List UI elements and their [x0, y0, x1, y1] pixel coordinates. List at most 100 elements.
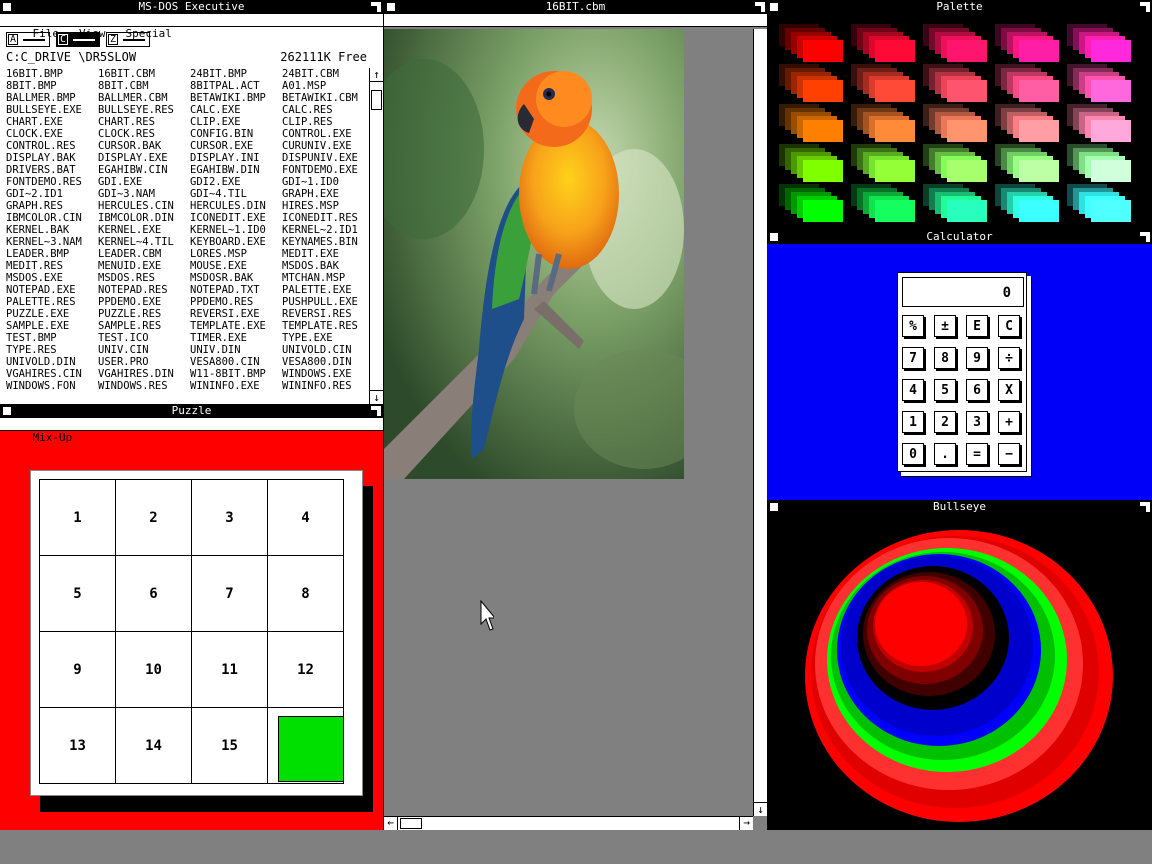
size-icon[interactable] [1140, 232, 1150, 242]
puzzle-tile[interactable]: 14 [116, 708, 192, 784]
file-item[interactable]: DISPLAY.EXE [98, 152, 190, 164]
file-item[interactable]: TYPE.EXE [282, 332, 374, 344]
file-item[interactable]: BETAWIKI.BMP [190, 92, 282, 104]
file-item[interactable]: GDI~3.NAM [98, 188, 190, 200]
bitmap-vertical-scrollbar[interactable]: ↓ [753, 29, 767, 816]
file-item[interactable]: IBMCOLOR.DIN [98, 212, 190, 224]
puzzle-tile[interactable]: 1 [40, 480, 116, 556]
file-item[interactable]: PPDEMO.RES [190, 296, 282, 308]
calculator-key[interactable]: . [934, 443, 956, 465]
file-item[interactable]: SAMPLE.RES [98, 320, 190, 332]
file-item[interactable]: 24BIT.CBM [282, 68, 374, 80]
file-item[interactable]: CURUNIV.EXE [282, 140, 374, 152]
file-item[interactable]: 8BIT.CBM [98, 80, 190, 92]
scroll-thumb[interactable] [371, 90, 382, 110]
file-item[interactable]: CURSOR.BAK [98, 140, 190, 152]
file-item[interactable]: IBMCOLOR.CIN [6, 212, 98, 224]
file-item[interactable]: TEMPLATE.RES [282, 320, 374, 332]
puzzle-title-bar[interactable]: Puzzle [0, 404, 383, 418]
file-item[interactable]: KEYBOARD.EXE [190, 236, 282, 248]
size-icon[interactable] [1140, 2, 1150, 12]
calculator-key[interactable]: 2 [934, 411, 956, 433]
file-item[interactable]: BULLSEYE.RES [98, 104, 190, 116]
file-item[interactable]: GDI~2.ID1 [6, 188, 98, 200]
scroll-right-arrow-icon[interactable]: → [739, 817, 753, 830]
file-item[interactable]: PALETTE.RES [6, 296, 98, 308]
calculator-key[interactable]: + [998, 411, 1020, 433]
calculator-key[interactable]: 3 [966, 411, 988, 433]
bitmap-title-bar[interactable]: 16BIT.cbm [384, 0, 767, 14]
file-item[interactable]: CURSOR.EXE [190, 140, 282, 152]
puzzle-tile[interactable]: 2 [116, 480, 192, 556]
puzzle-tile[interactable]: 6 [116, 556, 192, 632]
file-item[interactable]: 8BIT.BMP [6, 80, 98, 92]
file-item[interactable]: CONFIG.BIN [190, 128, 282, 140]
file-item[interactable]: CONTROL.RES [6, 140, 98, 152]
file-item[interactable]: NOTEPAD.RES [98, 284, 190, 296]
calculator-key[interactable]: 4 [902, 379, 924, 401]
drive-c-icon[interactable]: C [56, 32, 100, 47]
system-menu-icon[interactable] [386, 2, 396, 12]
file-item[interactable]: LEADER.BMP [6, 248, 98, 260]
file-item[interactable]: GDI~4.TIL [190, 188, 282, 200]
size-icon[interactable] [1140, 502, 1150, 512]
hscroll-thumb[interactable] [400, 818, 422, 829]
system-menu-icon[interactable] [2, 2, 12, 12]
file-item[interactable]: FONTDEMO.EXE [282, 164, 374, 176]
bullseye-title-bar[interactable]: Bullseye [767, 500, 1152, 514]
file-item[interactable]: KERNEL~1.ID0 [190, 224, 282, 236]
calculator-key[interactable]: = [966, 443, 988, 465]
calculator-key[interactable]: 9 [966, 347, 988, 369]
scroll-down-arrow-icon[interactable]: ↓ [370, 390, 383, 404]
file-item[interactable]: KERNEL~4.TIL [98, 236, 190, 248]
calculator-key[interactable]: 5 [934, 379, 956, 401]
file-item[interactable]: LORES.MSP [190, 248, 282, 260]
file-item[interactable]: REVERSI.EXE [190, 308, 282, 320]
file-item[interactable]: 24BIT.BMP [190, 68, 282, 80]
scroll-left-arrow-icon[interactable]: ← [384, 817, 398, 830]
calculator-key[interactable]: 6 [966, 379, 988, 401]
file-item[interactable]: ICONEDIT.RES [282, 212, 374, 224]
file-item[interactable]: LEADER.CBM [98, 248, 190, 260]
file-item[interactable]: GDI~1.ID0 [282, 176, 374, 188]
file-item[interactable]: KERNEL~3.NAM [6, 236, 98, 248]
file-item[interactable]: MEDIT.RES [6, 260, 98, 272]
file-item[interactable]: VGAHIRES.CIN [6, 368, 98, 380]
file-item[interactable]: GDI.EXE [98, 176, 190, 188]
puzzle-tile[interactable]: 4 [268, 480, 344, 556]
file-item[interactable]: VESA800.CIN [190, 356, 282, 368]
puzzle-tile[interactable]: 7 [192, 556, 268, 632]
file-item[interactable]: A01.MSP [282, 80, 374, 92]
file-item[interactable]: UNIVOLD.CIN [282, 344, 374, 356]
file-item[interactable]: UNIV.DIN [190, 344, 282, 356]
file-item[interactable]: WINDOWS.RES [98, 380, 190, 392]
puzzle-tile[interactable]: 5 [40, 556, 116, 632]
file-item[interactable]: MTCHAN.MSP [282, 272, 374, 284]
file-item[interactable]: GRAPH.RES [6, 200, 98, 212]
size-icon[interactable] [371, 2, 381, 12]
file-item[interactable]: CHART.RES [98, 116, 190, 128]
menu-mix-up[interactable]: Mix-Up [33, 431, 73, 444]
calculator-key[interactable]: % [902, 315, 924, 337]
file-item[interactable]: BETAWIKI.CBM [282, 92, 374, 104]
calculator-key[interactable]: 7 [902, 347, 924, 369]
file-item[interactable]: W11-8BIT.BMP [190, 368, 282, 380]
file-item[interactable]: VGAHIRES.DIN [98, 368, 190, 380]
file-item[interactable]: CLIP.RES [282, 116, 374, 128]
file-item[interactable]: TIMER.EXE [190, 332, 282, 344]
file-item[interactable]: PPDEMO.EXE [98, 296, 190, 308]
file-item[interactable]: UNIVOLD.DIN [6, 356, 98, 368]
calculator-key[interactable]: 1 [902, 411, 924, 433]
size-icon[interactable] [755, 2, 765, 12]
drive-z-icon[interactable]: Z [106, 32, 150, 47]
file-item[interactable]: PUZZLE.EXE [6, 308, 98, 320]
system-menu-icon[interactable] [769, 2, 779, 12]
file-item[interactable]: DISPUNIV.EXE [282, 152, 374, 164]
file-item[interactable]: MSDOS.BAK [282, 260, 374, 272]
calculator-title-bar[interactable]: Calculator [767, 230, 1152, 244]
file-item[interactable]: PUSHPULL.EXE [282, 296, 374, 308]
file-item[interactable]: PALETTE.EXE [282, 284, 374, 296]
bitmap-horizontal-scrollbar[interactable]: ← → [384, 816, 753, 830]
calculator-key[interactable]: 0 [902, 443, 924, 465]
file-item[interactable]: KERNEL.EXE [98, 224, 190, 236]
